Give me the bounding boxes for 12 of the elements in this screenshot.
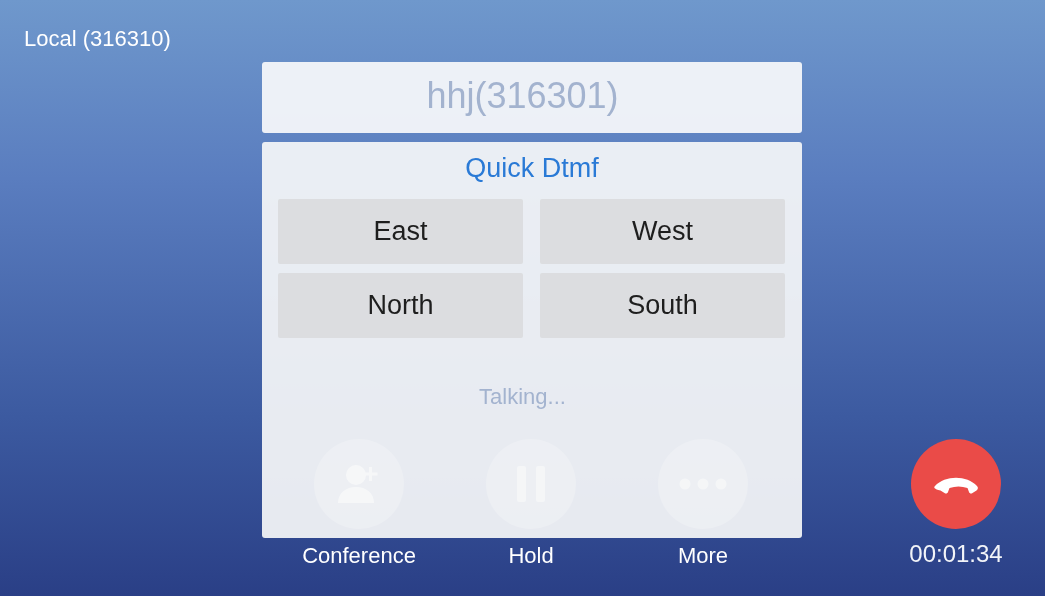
action-label: Conference bbox=[302, 543, 416, 569]
dtmf-button[interactable]: West bbox=[540, 199, 785, 264]
dialog-title: Quick Dtmf bbox=[465, 152, 599, 185]
call-status: Talking... bbox=[479, 384, 566, 410]
action-label: Hold bbox=[508, 543, 554, 569]
dtmf-button[interactable]: East bbox=[278, 199, 523, 264]
remote-name: hhj(316301) bbox=[426, 74, 619, 118]
dtmf-button[interactable]: North bbox=[278, 273, 523, 338]
local-line-label: Local (316310) bbox=[24, 26, 171, 51]
dtmf-button[interactable]: South bbox=[540, 273, 785, 338]
action-label: More bbox=[677, 543, 729, 569]
call-timer: 00:01:34 bbox=[909, 541, 1003, 567]
